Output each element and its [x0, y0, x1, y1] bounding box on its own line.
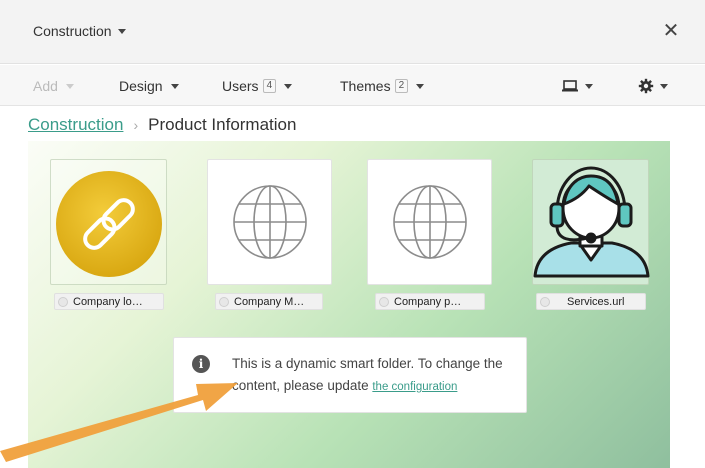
breadcrumb: Construction › Product Information — [28, 114, 296, 136]
tile-label[interactable]: Services.url — [536, 293, 646, 310]
close-button[interactable]: ✕ — [660, 20, 682, 42]
tile-thumbnail[interactable] — [50, 159, 167, 285]
chevron-down-icon — [585, 83, 593, 89]
themes-count-badge: 2 — [394, 79, 409, 93]
users-label: Users — [222, 78, 259, 94]
tile-thumbnail[interactable] — [367, 159, 492, 285]
globe-icon — [393, 185, 467, 259]
chevron-down-icon — [65, 83, 74, 89]
file-icon — [58, 296, 68, 307]
file-icon — [379, 296, 389, 307]
gear-icon — [638, 78, 654, 94]
breadcrumb-parent-link[interactable]: Construction — [28, 115, 123, 135]
design-menu[interactable]: Design — [119, 76, 179, 96]
chevron-down-icon — [416, 83, 425, 89]
folder-content: Company lo… Company M… Company p… Servic… — [28, 141, 670, 468]
users-count-badge: 4 — [262, 79, 277, 93]
users-menu[interactable]: Users 4 — [222, 76, 293, 96]
file-icon — [540, 296, 550, 307]
chevron-down-icon — [284, 83, 293, 89]
workspace-label: Construction — [33, 23, 112, 39]
tile-thumbnail[interactable] — [532, 159, 650, 285]
configuration-link[interactable]: the configuration — [372, 381, 457, 393]
chevron-right-icon: › — [133, 117, 139, 133]
tile-label[interactable]: Company M… — [215, 293, 323, 310]
device-preview-menu[interactable] — [561, 76, 593, 96]
tile-thumbnail[interactable] — [207, 159, 332, 285]
add-menu: Add — [33, 76, 74, 96]
workspace-selector[interactable]: Construction — [33, 20, 126, 42]
settings-menu[interactable] — [638, 76, 668, 96]
page-title: Product Information — [148, 115, 297, 134]
tile-label[interactable]: Company lo… — [54, 293, 164, 310]
themes-label: Themes — [340, 78, 391, 94]
add-label: Add — [33, 78, 58, 94]
chevron-down-icon — [660, 83, 668, 89]
notice-text: This is a dynamic smart folder. To chang… — [232, 356, 503, 393]
chevron-down-icon — [117, 28, 126, 34]
file-icon — [219, 296, 229, 307]
globe-icon — [233, 185, 307, 259]
themes-menu[interactable]: Themes 2 — [340, 76, 425, 96]
tile-label[interactable]: Company p… — [375, 293, 485, 310]
laptop-icon — [562, 80, 578, 92]
smart-folder-notice: i This is a dynamic smart folder. To cha… — [173, 337, 527, 413]
design-label: Design — [119, 78, 163, 94]
chevron-down-icon — [170, 83, 179, 89]
support-agent-icon — [533, 166, 650, 278]
toolbar: Add Design Users 4 Themes 2 — [0, 65, 705, 106]
info-icon: i — [192, 355, 210, 373]
dialog-header: Construction ✕ — [0, 0, 705, 64]
link-icon — [56, 171, 162, 277]
